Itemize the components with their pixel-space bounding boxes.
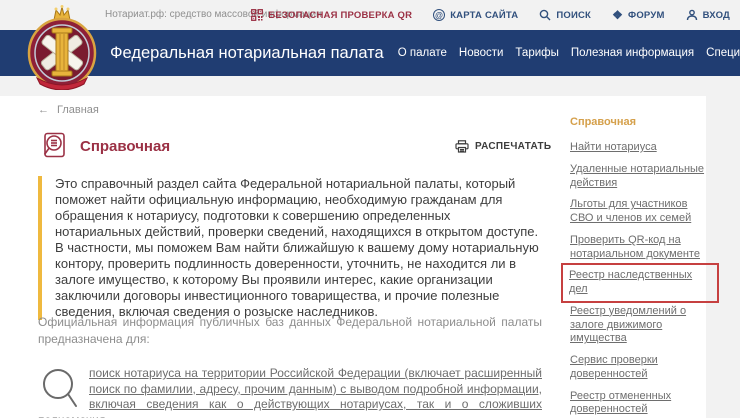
qr-code-icon	[251, 9, 264, 21]
main-nav-bar: Федеральная нотариальная палата О палате…	[0, 30, 740, 76]
reference-section-icon	[40, 132, 68, 160]
sidebar-link[interactable]: Проверить QR-код на нотариальном докумен…	[570, 234, 710, 262]
printer-icon	[455, 140, 469, 153]
nav-menu-item[interactable]: Тарифы	[515, 47, 558, 59]
login-link[interactable]: ВХОД	[686, 9, 730, 21]
sidebar: Справочная Найти нотариуса Удаленные нота…	[561, 116, 719, 418]
sidebar-links: Найти нотариуса Удаленные нотариальные де…	[561, 141, 719, 418]
nav-menu-item[interactable]: О палате	[398, 47, 447, 59]
print-label: РАСПЕЧАТАТЬ	[475, 141, 552, 152]
sidebar-title: Справочная	[570, 116, 637, 128]
login-label: ВХОД	[702, 9, 730, 21]
safe-qr-check-label: БЕЗОПАСНАЯ ПРОВЕРКА QR	[268, 9, 413, 21]
page: Нотариат.рф: средство массовой информаци…	[0, 0, 740, 418]
sidebar-link[interactable]: Реестр отмененных доверенностей	[570, 390, 710, 418]
notary-search-link[interactable]: поиск нотариуса на территории Российской…	[38, 366, 542, 418]
sidebar-link[interactable]: Найти нотариуса	[570, 141, 710, 155]
sidebar-link[interactable]: Сервис проверки доверенностей	[570, 354, 710, 382]
sidebar-link[interactable]: Реестр наследственных дел	[561, 263, 719, 303]
search-icon	[539, 9, 551, 21]
nav-menu-item[interactable]: Специалистам	[706, 47, 740, 59]
sitemap-icon: @	[433, 9, 446, 21]
section-header: Справочная	[40, 132, 170, 160]
breadcrumb-home-link[interactable]: Главная	[57, 104, 99, 116]
notary-search-item: поиск нотариуса на территории Российской…	[38, 366, 542, 418]
search-link[interactable]: ПОИСК	[539, 9, 591, 21]
database-note: Официальная информация публичных баз дан…	[38, 315, 542, 346]
forum-icon: ❖	[612, 8, 624, 22]
sidebar-link[interactable]: Льготы для участников СВО и членов их се…	[570, 198, 710, 226]
top-utility-bar: Нотариат.рф: средство массовой информаци…	[0, 0, 740, 30]
sitemap-link[interactable]: @ КАРТА САЙТА	[433, 9, 518, 21]
site-title[interactable]: Федеральная нотариальная палата	[110, 44, 384, 63]
user-icon	[686, 9, 698, 21]
magnifier-icon	[38, 366, 82, 410]
print-button[interactable]: РАСПЕЧАТАТЬ	[455, 140, 551, 153]
forum-link[interactable]: ❖ ФОРУМ	[612, 9, 665, 21]
search-label: ПОИСК	[556, 9, 592, 21]
intro-paragraph: Это справочный раздел сайта Федеральной …	[38, 176, 540, 320]
main-menu: О палате Новости Тарифы Полезная информация…	[398, 47, 740, 59]
forum-label: ФОРУМ	[628, 9, 665, 21]
sidebar-link[interactable]: Реестр уведомлений о залоге движимого им…	[570, 305, 710, 346]
nav-menu-item[interactable]: Новости	[459, 47, 504, 59]
topbar-links: БЕЗОПАСНАЯ ПРОВЕРКА QR @ КАРТА САЙТА ПОИ…	[251, 0, 730, 30]
sitemap-label: КАРТА САЙТА	[450, 9, 519, 21]
nav-menu-item[interactable]: Полезная информация	[571, 47, 694, 59]
content-card: ← Главная Справочная РАСПЕЧАТАТЬ Это спр…	[0, 96, 719, 418]
fnp-emblem-logo[interactable]	[27, 4, 97, 90]
sidebar-link[interactable]: Удаленные нотариальные действия	[570, 163, 710, 191]
back-arrow-icon: ←	[38, 104, 49, 116]
safe-qr-check-link[interactable]: БЕЗОПАСНАЯ ПРОВЕРКА QR	[251, 9, 412, 21]
breadcrumb[interactable]: ← Главная	[38, 104, 99, 116]
page-title: Справочная	[80, 137, 171, 155]
